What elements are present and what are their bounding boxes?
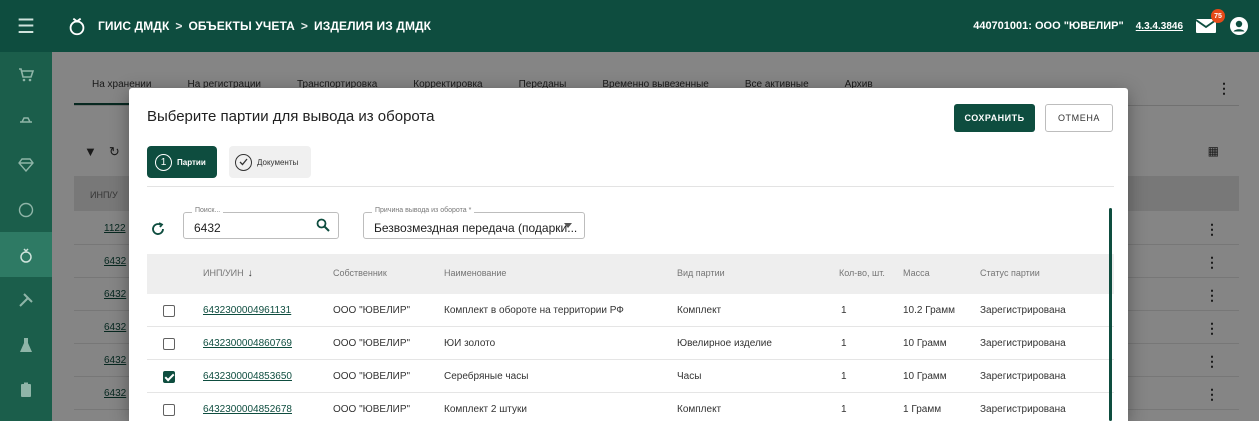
refresh-icon[interactable] [151, 222, 165, 239]
column-header-status[interactable]: Статус партии [980, 268, 1040, 278]
row-id-link[interactable]: 6432300004852678 [203, 404, 292, 415]
step-number: 1 [155, 153, 172, 171]
row-qty: 1 [841, 338, 847, 349]
breadcrumb-item-root[interactable]: ГИИС ДМДК [98, 19, 169, 33]
row-kind: Часы [677, 371, 702, 382]
row-kind: Комплект [677, 404, 722, 415]
reason-value: Безвозмездная передача (подарки... [374, 221, 578, 235]
column-header-name[interactable]: Наименование [444, 268, 506, 278]
diamond-icon[interactable] [0, 142, 52, 187]
notification-badge: 75 [1211, 9, 1225, 23]
row-mass: 10 Грамм [903, 371, 947, 382]
breadcrumb: ГИИС ДМДК > ОБЪЕКТЫ УЧЕТА > ИЗДЕЛИЯ ИЗ Д… [98, 19, 431, 33]
row-owner: ООО "ЮВЕЛИР" [333, 338, 411, 349]
table-header: ИНП/УИН ↓ Собственник Наименование Вид па… [147, 254, 1114, 294]
breadcrumb-separator: > [175, 19, 183, 33]
table-row[interactable]: 6432300004852678 ООО "ЮВЕЛИР" Комплект 2… [147, 393, 1114, 421]
row-owner: ООО "ЮВЕЛИР" [333, 371, 411, 382]
column-header-owner[interactable]: Собственник [333, 268, 387, 278]
batches-table: 6432300004961131 ООО "ЮВЕЛИР" Комплект в… [147, 294, 1114, 421]
document-icon[interactable] [0, 367, 52, 412]
row-owner: ООО "ЮВЕЛИР" [333, 305, 411, 316]
row-qty: 1 [841, 404, 847, 415]
table-row[interactable]: 6432300004860769 ООО "ЮВЕЛИР" ЮИ золото … [147, 327, 1114, 360]
breadcrumb-item-objects[interactable]: ОБЪЕКТЫ УЧЕТА [188, 19, 294, 33]
search-label: Поиск... [192, 207, 224, 214]
row-name: Серебряные часы [444, 371, 529, 382]
sort-arrow-icon[interactable]: ↓ [248, 268, 253, 279]
table-row[interactable]: 6432300004853650 ООО "ЮВЕЛИР" Серебряные… [147, 360, 1114, 393]
sidebar [0, 52, 52, 421]
version-link[interactable]: 4.3.4.3846 [1136, 21, 1183, 32]
column-header-id[interactable]: ИНП/УИН ↓ [203, 268, 253, 279]
row-id-link[interactable]: 6432300004860769 [203, 338, 292, 349]
breadcrumb-separator: > [300, 19, 309, 33]
column-header-mass[interactable]: Масса [903, 268, 930, 278]
step-documents[interactable]: Документы [229, 146, 311, 178]
tools-icon[interactable] [0, 277, 52, 322]
search-value[interactable]: 6432 [194, 221, 221, 235]
reason-label: Причина вывода из оборота * [372, 207, 475, 214]
row-owner: ООО "ЮВЕЛИР" [333, 404, 411, 415]
row-checkbox[interactable] [163, 305, 175, 317]
save-button[interactable]: СОХРАНИТЬ [954, 104, 1035, 132]
top-bar: ☰ ГИИС ДМДК > ОБЪЕКТЫ УЧЕТА > ИЗДЕЛИЯ ИЗ… [0, 0, 1259, 52]
row-qty: 1 [841, 371, 847, 382]
row-status: Зарегистрирована [980, 338, 1066, 349]
row-id-link[interactable]: 6432300004853650 [203, 371, 292, 382]
row-mass: 10.2 Грамм [903, 305, 955, 316]
table-row[interactable]: 6432300004961131 ООО "ЮВЕЛИР" Комплект в… [147, 294, 1114, 327]
organization-label[interactable]: 440701001: ООО "ЮВЕЛИР" [973, 20, 1124, 32]
row-name: Комплект в обороте на территории РФ [444, 305, 624, 316]
dialog-title: Выберите партии для вывода из оборота [147, 108, 435, 125]
step-batches[interactable]: 1 Партии [147, 146, 217, 178]
row-name: Комплект 2 штуки [444, 404, 527, 415]
select-batches-dialog: Выберите партии для вывода из оборота СО… [129, 88, 1128, 421]
row-qty: 1 [841, 305, 847, 316]
column-header-kind[interactable]: Вид партии [677, 268, 725, 278]
divider [147, 186, 1114, 187]
ring-icon[interactable] [0, 232, 52, 277]
scrollbar[interactable] [1109, 208, 1112, 421]
search-input[interactable]: Поиск... 6432 [183, 207, 339, 239]
scales-icon[interactable] [0, 97, 52, 142]
row-mass: 10 Грамм [903, 338, 947, 349]
row-checkbox[interactable] [163, 338, 175, 350]
cart-icon[interactable] [0, 52, 52, 97]
step-label: Партии [177, 157, 206, 167]
mail-icon[interactable]: 75 [1195, 9, 1225, 35]
row-checkbox[interactable] [163, 371, 175, 383]
flask-icon[interactable] [0, 322, 52, 367]
step-label: Документы [257, 157, 299, 167]
check-circle-icon [235, 153, 252, 171]
row-name: ЮИ золото [444, 338, 496, 349]
menu-icon[interactable]: ☰ [0, 0, 52, 52]
cancel-button[interactable]: ОТМЕНА [1045, 104, 1113, 132]
ring-logo-icon [69, 17, 85, 36]
circle-icon[interactable] [0, 187, 52, 232]
search-icon[interactable] [316, 218, 330, 232]
column-header-qty[interactable]: Кол-во, шт. [839, 268, 885, 278]
row-status: Зарегистрирована [980, 404, 1066, 415]
row-checkbox[interactable] [163, 404, 175, 416]
row-kind: Ювелирное изделие [677, 338, 772, 349]
row-status: Зарегистрирована [980, 371, 1066, 382]
row-kind: Комплект [677, 305, 722, 316]
dropdown-arrow-icon[interactable] [564, 223, 572, 228]
row-mass: 1 Грамм [903, 404, 942, 415]
row-status: Зарегистрирована [980, 305, 1066, 316]
row-id-link[interactable]: 6432300004961131 [203, 305, 291, 316]
reason-select[interactable]: Причина вывода из оборота * Безвозмездна… [363, 207, 585, 239]
breadcrumb-item-products[interactable]: ИЗДЕЛИЯ ИЗ ДМДК [314, 19, 431, 33]
account-icon[interactable] [1229, 16, 1249, 36]
